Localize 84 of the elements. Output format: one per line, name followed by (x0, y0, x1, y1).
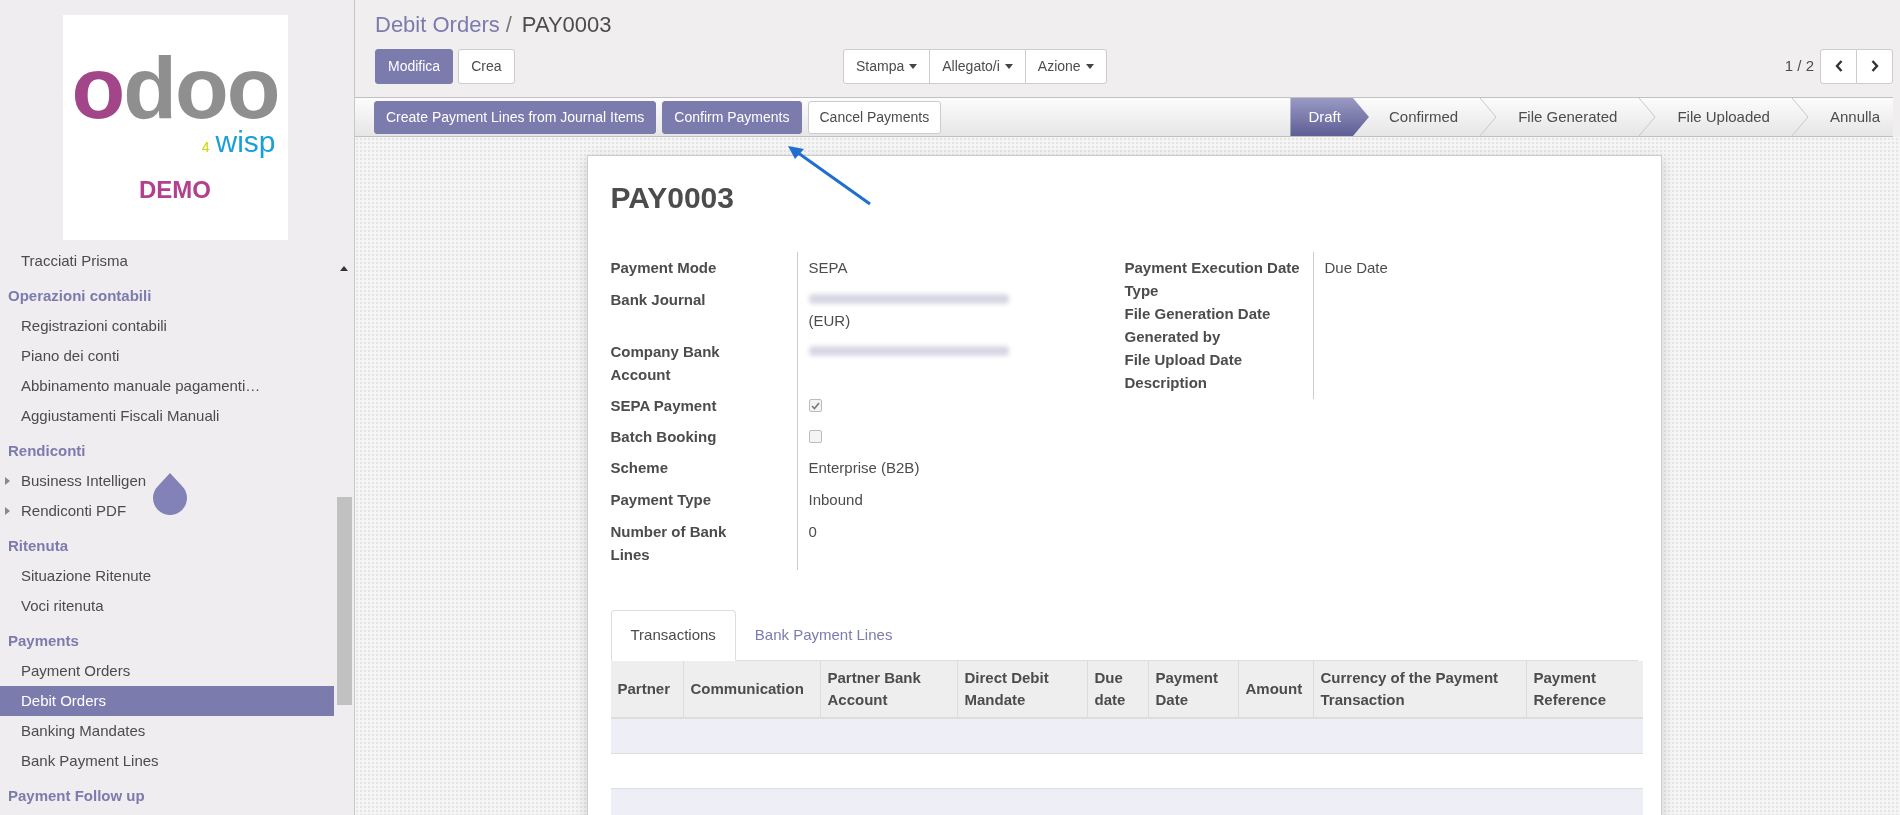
caret-icon (1004, 63, 1013, 69)
touch-indicator-icon (152, 473, 188, 515)
previous-button[interactable] (1820, 48, 1857, 84)
sidebar-item[interactable]: Voci ritenuta (0, 591, 335, 621)
expand-caret-icon[interactable] (5, 507, 10, 515)
column-header[interactable]: Currency of the Payment Transaction (1312, 661, 1526, 717)
field-label: Scheme (610, 458, 670, 478)
sidebar-item[interactable]: Payment Orders (0, 656, 335, 686)
field-label: Batch Booking (610, 427, 718, 447)
status-step[interactable]: Annulla (1809, 98, 1886, 136)
field-value: (EUR) (808, 311, 852, 331)
column-header[interactable]: Payment Reference (1525, 661, 1643, 717)
status-step[interactable]: File Generated (1498, 98, 1658, 136)
menu-section-header: Payments (7, 631, 80, 651)
demo-label: DEMO (139, 174, 212, 205)
tab[interactable]: Bank Payment Lines (735, 610, 912, 660)
caret-icon (1085, 63, 1094, 69)
field-value: Due Date (1324, 258, 1389, 278)
logo-number: 4 (201, 137, 210, 157)
action-button[interactable]: Cancel Payments (807, 100, 942, 134)
sidebar-item[interactable]: Registrazioni contabili (0, 311, 335, 341)
caret-icon (909, 63, 918, 69)
sidebar-item[interactable]: Abbinamento manuale pagamenti… (0, 371, 335, 401)
status-step[interactable]: Draft (1290, 98, 1369, 136)
field-label: Generated by (1124, 327, 1222, 347)
menu-section-header: Rendiconti (7, 441, 87, 461)
brand-logo: odoo (71, 47, 279, 128)
column-header[interactable]: Partner (610, 661, 683, 717)
scroll-up-icon[interactable] (340, 266, 349, 271)
tab[interactable]: Transactions (610, 610, 736, 661)
dropdown-button[interactable]: Stampa (843, 48, 931, 84)
sidebar-item[interactable]: Aggiustamenti Fiscali Manuali (0, 401, 335, 431)
field-value: Enterprise (B2B) (808, 459, 920, 476)
menu-section-header: Ritenuta (7, 536, 69, 556)
sidebar-item[interactable]: Banking Mandates (0, 716, 335, 746)
dropdown-button[interactable]: Azione (1024, 48, 1107, 84)
sidebar-item[interactable]: Debit Orders (0, 686, 335, 716)
checkbox[interactable] (808, 430, 822, 443)
field-label: File Generation Date (1124, 304, 1272, 324)
action-button[interactable]: Create Payment Lines from Journal Items (374, 100, 657, 134)
field-label: Company Bank Account (610, 342, 721, 385)
menu-section-header: Payment Follow up (7, 786, 146, 806)
expand-caret-icon[interactable] (5, 477, 10, 485)
sidebar-item[interactable]: Situazione Ritenute (0, 561, 335, 591)
dropdown-button[interactable]: Allegato/i (929, 48, 1026, 84)
column-header[interactable]: Amount (1237, 661, 1313, 717)
action-button[interactable]: Confirm Payments (662, 100, 802, 134)
status-step[interactable]: Confirmed (1368, 98, 1499, 136)
field-value: 0 (808, 523, 817, 540)
sidebar-item[interactable]: Piano dei conti (0, 341, 335, 371)
checkbox[interactable] (808, 399, 822, 412)
field-value: Inbound (808, 491, 863, 508)
field-label: Bank Journal (610, 290, 707, 310)
breadcrumb-separator: / (505, 11, 512, 39)
breadcrumb-current: PAY0003 (521, 11, 612, 39)
column-header[interactable]: Payment Date (1147, 661, 1238, 717)
next-button[interactable] (1856, 48, 1893, 84)
column-header[interactable]: Direct Debit Mandate (956, 661, 1087, 717)
column-header[interactable]: Due date (1086, 661, 1148, 717)
checkmark-icon (810, 401, 820, 410)
sidebar-item[interactable]: Business Intelligen (0, 466, 335, 496)
scrollbar-thumb[interactable] (337, 497, 353, 705)
record-title: PAY0003 (610, 180, 735, 216)
logo-tagline: wisp (215, 125, 276, 158)
field-label: SEPA Payment (610, 396, 718, 416)
menu-section-header: Operazioni contabili (7, 286, 153, 306)
field-value: SEPA (808, 259, 848, 276)
chevron-right-icon (1870, 60, 1879, 72)
edit-button[interactable]: Modifica (375, 48, 454, 84)
field-label: Description (1124, 373, 1208, 393)
pager-counter: 1 / 2 (1784, 55, 1814, 76)
sidebar-item[interactable]: Tracciati Prisma (0, 246, 335, 276)
create-button[interactable]: Crea (458, 48, 515, 84)
sidebar-item[interactable]: Rendiconti PDF (0, 496, 335, 526)
field-label: Payment Execution Date Type (1124, 258, 1301, 301)
field-label: Payment Type (610, 490, 713, 510)
chevron-left-icon (1834, 60, 1843, 72)
column-header[interactable]: Partner Bank Account (819, 661, 957, 717)
field-label: Number of Bank Lines (610, 522, 728, 565)
status-step[interactable]: File Uploaded (1657, 98, 1810, 136)
field-label: File Upload Date (1124, 350, 1244, 370)
sidebar-item[interactable]: Bank Payment Lines (0, 746, 335, 776)
column-header[interactable]: Communication (682, 661, 820, 717)
field-label: Payment Mode (610, 258, 718, 278)
